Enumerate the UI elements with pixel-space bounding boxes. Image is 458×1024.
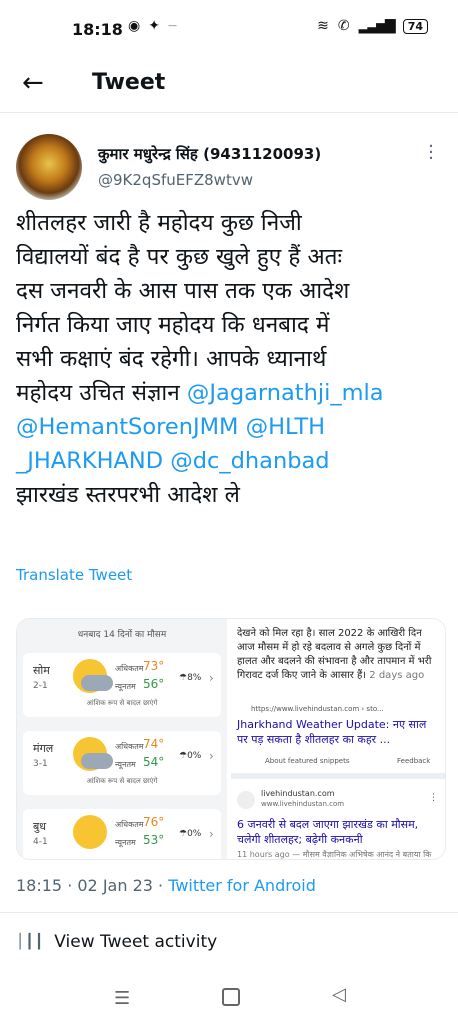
weather-rain: ☂8%: [179, 673, 201, 683]
status-bar: 18:18 ◉ ✦ — ≋ ✆ ▂▃▅▇ 74: [0, 0, 458, 60]
weather-rain: ☂0%: [179, 829, 201, 839]
news-url: https://www.livehindustan.com › sto...: [251, 705, 384, 713]
umbrella-icon: ☂: [179, 751, 188, 761]
mention-link[interactable]: @HemantSorenJMM: [16, 414, 238, 440]
divider: [0, 912, 458, 913]
news-link: 6 जनवरी से बदल जाएगा झारखंड का मौसम, चले…: [237, 818, 419, 846]
weather-day: बुध: [33, 820, 47, 833]
weather-min-label: न्यूनतम: [115, 760, 136, 769]
weather-screenshot[interactable]: धनबाद 14 दिनों का मौसम सोम 2-1 अधिकतम 73…: [17, 619, 227, 859]
weather-day-card: सोम 2-1 अधिकतम 73° न्यूनतम 56° ☂8% › आंश…: [23, 653, 221, 717]
tweet-text: शीतलहर जारी है महोदय कुछ निजी विद्यालयों…: [16, 206, 446, 512]
mention-link[interactable]: @Jagarnathji_mla: [187, 380, 384, 406]
news-url: www.livehindustan.com: [261, 800, 345, 808]
signal-icon: ▂▃▅▇: [358, 18, 396, 34]
site-favicon-icon: [237, 791, 255, 809]
chevron-right-icon: ›: [209, 827, 214, 841]
more-vertical-icon[interactable]: · · ·: [426, 138, 436, 168]
weather-day-card: बुध 4-1 अधिकतम 76° न्यूनतम 53° ☂0% ›: [23, 809, 221, 859]
weather-desc: आंशिक रूप से बादल छाएंगे: [86, 777, 158, 785]
news-snippet-time: 2 days ago: [369, 670, 425, 681]
weather-min-label: न्यूनतम: [115, 838, 136, 847]
weather-day: सोम: [33, 664, 50, 677]
tweet-media[interactable]: धनबाद 14 दिनों का मौसम सोम 2-1 अधिकतम 73…: [16, 618, 446, 860]
weather-day: मंगल: [33, 742, 54, 755]
twitter-bird-icon: ✦: [148, 18, 160, 34]
mention-link[interactable]: @dc_dhanbad: [170, 448, 329, 474]
umbrella-icon: ☂: [179, 673, 188, 683]
weather-date: 4-1: [33, 837, 48, 847]
weather-max-label: अधिकतम: [115, 742, 144, 751]
weather-rain-value: 0%: [187, 751, 202, 761]
weather-rain-value: 0%: [187, 829, 202, 839]
tweet-header: ← Tweet: [0, 60, 458, 110]
weather-max-label: अधिकतम: [115, 664, 144, 673]
weather-rain: ☂0%: [179, 751, 201, 761]
divider: [0, 112, 458, 113]
more-vertical-icon: ⋮: [429, 793, 438, 803]
tweet-source-link[interactable]: Twitter for Android: [168, 876, 316, 895]
weather-max-label: अधिकतम: [115, 820, 144, 829]
weather-desc: आंशिक रूप से बादल छाएंगे: [86, 699, 158, 707]
tweet-time: 18:15 · 02 Jan 23 ·: [16, 876, 169, 895]
news-snippet: देखने को मिल रहा है। साल 2022 के आखिरी द…: [237, 627, 439, 683]
weather-date: 3-1: [33, 759, 48, 769]
feedback-label: Feedback: [397, 757, 431, 765]
author-handle[interactable]: @9K2qSfuEFZ8wtvw: [98, 171, 253, 189]
page-title: Tweet: [92, 70, 166, 95]
weather-min: 53°: [143, 833, 165, 847]
translate-tweet-link[interactable]: Translate Tweet: [16, 566, 132, 584]
menu-icon[interactable]: ☰: [114, 988, 130, 1009]
chevron-right-icon: ›: [209, 671, 214, 685]
wifi-icon: ≋: [317, 18, 329, 34]
umbrella-icon: ☂: [179, 829, 188, 839]
status-time: 18:18: [72, 20, 123, 39]
weather-day-card: मंगल 3-1 अधिकतम 74° न्यूनतम 54° ☂0% › आं…: [23, 731, 221, 795]
avatar[interactable]: [16, 134, 82, 200]
tweet-metadata: 18:15 · 02 Jan 23 · Twitter for Android: [16, 876, 316, 895]
weather-max: 74°: [143, 737, 165, 751]
bar-chart-icon: │┃┃: [16, 934, 45, 950]
weather-rain-value: 8%: [187, 673, 202, 683]
author-name[interactable]: कुमार मधुरेन्द्र सिंह (9431120093): [98, 144, 321, 164]
tweet-text-end: झारखंड स्तरपरभी आदेश ले: [16, 482, 240, 508]
weather-date: 2-1: [33, 681, 48, 691]
news-site: livehindustan.com: [261, 789, 335, 798]
arrow-left-icon[interactable]: ←: [22, 68, 44, 98]
weather-max: 73°: [143, 659, 165, 673]
cloud-icon: [81, 753, 113, 769]
home-icon[interactable]: [222, 988, 240, 1006]
cloud-icon: [81, 675, 113, 691]
view-tweet-activity[interactable]: │┃┃ View Tweet activity: [16, 932, 217, 952]
system-nav-bar: ☰ ◁: [0, 980, 458, 1024]
news-link: Jharkhand Weather Update: नए साल पर पड़ …: [237, 718, 427, 746]
location-pin-icon: ◉: [128, 18, 141, 34]
battery-indicator: 74: [402, 18, 428, 34]
back-triangle-icon[interactable]: ◁: [332, 984, 346, 1005]
featured-snippets-label: About featured snippets: [265, 757, 350, 765]
dash-icon: —: [167, 21, 177, 31]
weather-max: 76°: [143, 815, 165, 829]
wifi-call-icon: ✆: [337, 18, 350, 34]
weather-min-label: न्यूनतम: [115, 682, 136, 691]
tweet-text-body: शीतलहर जारी है महोदय कुछ निजी विद्यालयों…: [16, 210, 350, 406]
weather-min: 56°: [143, 677, 165, 691]
weather-title: धनबाद 14 दिनों का मौसम: [77, 630, 167, 640]
chevron-right-icon: ›: [209, 749, 214, 763]
weather-min: 54°: [143, 755, 165, 769]
news-screenshot[interactable]: देखने को मिल रहा है। साल 2022 के आखिरी द…: [231, 619, 445, 859]
sun-icon: [73, 815, 107, 849]
news-time: 11 hours ago — मौसम वैज्ञानिक अभिषेक आनं…: [237, 850, 432, 859]
divider: [231, 773, 445, 779]
view-tweet-activity-label: View Tweet activity: [54, 932, 218, 952]
